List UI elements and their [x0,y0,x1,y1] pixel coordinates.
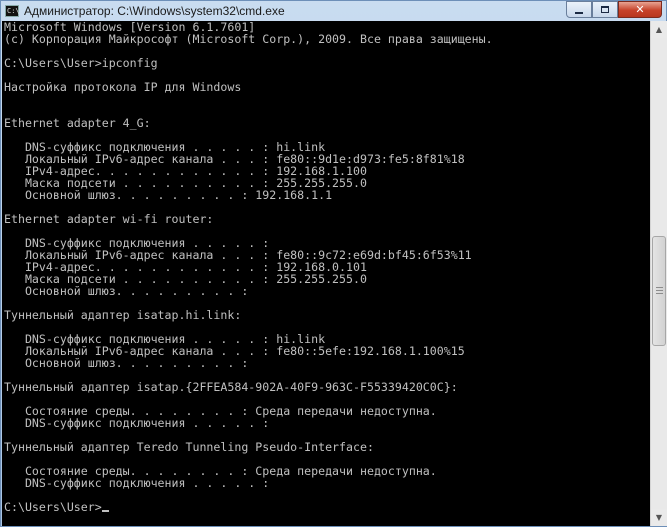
console-line: Основной шлюз. . . . . . . . . : 192.168… [4,188,333,202]
console-text: Microsoft Windows [Version 6.1.7601] (с) … [2,21,650,513]
console-line: Туннельный адаптер isatap.hi.link: [4,308,242,322]
console-line: Туннельный адаптер isatap.{2FFEA584-902A… [4,380,458,394]
console-line: Настройка протокола IP для Windows [4,80,242,94]
title-bar[interactable]: C:\ Администратор: C:\Windows\system32\c… [1,1,666,21]
console-line: Ethernet adapter wi-fi router: [4,212,214,226]
console-line: Туннельный адаптер Teredo Tunneling Pseu… [4,440,374,454]
console-line: Основной шлюз. . . . . . . . . : [4,284,249,298]
arrow-up-icon: ▲ [655,25,663,34]
window-controls: ✕ [566,1,662,19]
scroll-up-button[interactable]: ▲ [651,21,667,38]
console-line: DNS-суффикс подключения . . . . . : [4,476,270,490]
cmd-icon[interactable]: C:\ [5,5,20,17]
window-title: Администратор: C:\Windows\system32\cmd.e… [24,4,285,18]
console-line: Ethernet adapter 4_G: [4,116,151,130]
console-output[interactable]: Microsoft Windows [Version 6.1.7601] (с) … [2,21,650,526]
console-line: Основной шлюз. . . . . . . . . : [4,356,249,370]
grip-line [656,290,663,291]
grip-line [656,293,663,294]
text-cursor [101,510,109,512]
maximize-button[interactable] [592,1,618,18]
scrollbar-thumb[interactable] [652,236,666,346]
minimize-button[interactable] [566,1,592,18]
console-line: C:\Users\User> [4,501,650,513]
close-button[interactable]: ✕ [618,1,662,18]
grip-line [656,287,663,288]
arrow-down-icon: ▼ [655,513,663,522]
maximize-icon [601,6,609,13]
console-line: (с) Корпорация Майкрософт (Microsoft Cor… [4,32,493,46]
cmd-window: C:\ Администратор: C:\Windows\system32\c… [0,0,667,527]
console-line: DNS-суффикс подключения . . . . . : [4,416,270,430]
minimize-icon [575,12,583,14]
vertical-scrollbar[interactable]: ▲ ▼ [650,21,667,526]
scroll-down-button[interactable]: ▼ [651,509,667,526]
console-line: C:\Users\User>ipconfig [4,56,158,70]
close-icon: ✕ [635,3,645,16]
